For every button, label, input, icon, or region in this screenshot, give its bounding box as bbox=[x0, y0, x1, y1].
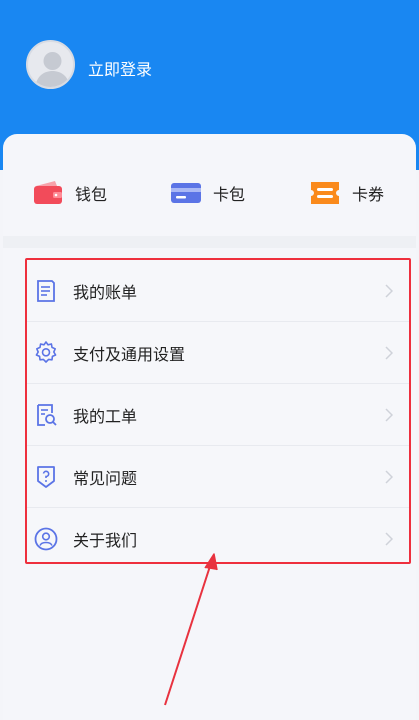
menu-item-label: 我的账单 bbox=[73, 282, 138, 302]
card-pack-label: 卡包 bbox=[213, 185, 246, 204]
faq-shield-icon bbox=[37, 465, 55, 488]
menu-item-label: 我的工单 bbox=[73, 406, 138, 426]
avatar[interactable] bbox=[26, 40, 75, 89]
chevron-right-icon bbox=[385, 408, 393, 422]
card-pack-button[interactable]: 卡包 bbox=[169, 178, 245, 208]
about-user-icon bbox=[34, 527, 58, 551]
settings-gear-icon bbox=[35, 340, 57, 363]
coupon-button[interactable]: 卡券 bbox=[308, 178, 384, 208]
login-link[interactable]: 立即登录 bbox=[88, 56, 152, 80]
menu-item-label: 常见问题 bbox=[73, 468, 138, 488]
chevron-right-icon bbox=[385, 532, 393, 546]
coupon-icon bbox=[311, 182, 339, 204]
wallet-icon bbox=[34, 181, 62, 204]
annotation-arrow bbox=[164, 553, 218, 706]
chevron-right-icon bbox=[385, 470, 393, 484]
card-icon bbox=[171, 183, 201, 203]
default-avatar-icon bbox=[35, 52, 70, 87]
bill-icon bbox=[37, 279, 55, 302]
menu-item-label: 关于我们 bbox=[73, 531, 138, 550]
wallet-label: 钱包 bbox=[75, 185, 108, 204]
section-divider bbox=[3, 236, 416, 248]
menu-item-my-bill[interactable]: 我的账单 bbox=[27, 260, 409, 322]
coupon-label: 卡券 bbox=[352, 185, 385, 204]
menu-item-payment-settings[interactable]: 支付及通用设置 bbox=[27, 322, 409, 384]
settings-menu-list: 我的账单 支付及通用设置 我的工单 常见问题 关于我们 bbox=[25, 258, 411, 564]
wallet-button[interactable]: 钱包 bbox=[31, 178, 107, 208]
menu-item-faq[interactable]: 常见问题 bbox=[27, 446, 409, 508]
chevron-right-icon bbox=[385, 346, 393, 360]
work-order-icon bbox=[37, 403, 57, 426]
menu-item-work-order[interactable]: 我的工单 bbox=[27, 384, 409, 446]
menu-item-label: 支付及通用设置 bbox=[73, 344, 186, 364]
chevron-right-icon bbox=[385, 284, 393, 298]
profile-page: 立即登录 钱包 卡包 卡券 我的账单 支付及通用设置 我的工单 常见问题 关于我… bbox=[0, 0, 419, 720]
